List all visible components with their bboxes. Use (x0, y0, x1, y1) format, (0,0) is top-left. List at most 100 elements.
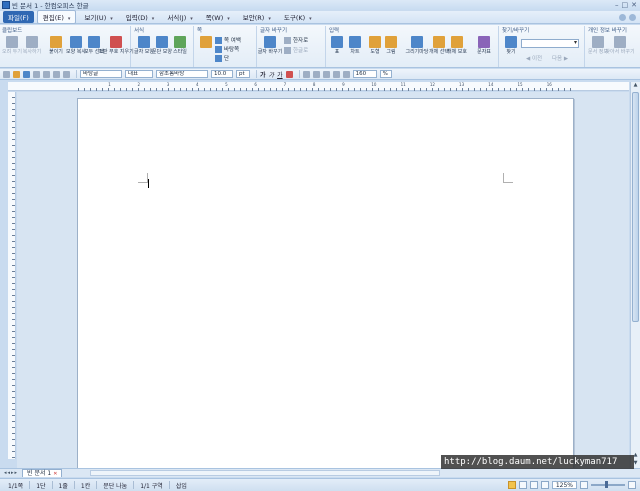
new-doc-icon[interactable] (3, 70, 10, 78)
copy-button[interactable]: 복사하기 (22, 36, 42, 55)
find-input[interactable] (521, 39, 579, 48)
menu-insert[interactable]: 입력(D) ▾ (121, 11, 160, 23)
format-copy-button[interactable]: 모양 복사 (66, 36, 86, 55)
char-change-button[interactable]: 글자 바꾸기 (258, 36, 282, 55)
page-margin-button[interactable]: 쪽 여백 (215, 36, 241, 44)
zoom-slider[interactable] (591, 481, 625, 488)
zoom-search-icon[interactable] (540, 481, 549, 489)
docinfo-group: 개인 정보 바꾸기 문서 정보 찾아서 바꾸기 (586, 26, 640, 67)
chevron-down-icon: ▾ (268, 16, 271, 22)
font-unit-select[interactable]: pt (236, 70, 250, 78)
close-button[interactable]: ✕ (631, 1, 637, 9)
status-insert-mode[interactable]: 삽입 (176, 481, 187, 490)
page-group-title: 쪽 (197, 28, 203, 34)
underline-button[interactable]: 가 (277, 70, 283, 79)
full-view-icon[interactable] (529, 481, 538, 489)
align-center-icon[interactable] (322, 70, 330, 78)
status-divider (73, 481, 75, 489)
close-tab-icon[interactable]: ✕ (53, 471, 57, 477)
help-icon[interactable] (619, 14, 626, 21)
style-button[interactable]: 스타일 (170, 36, 190, 55)
ruler-number: 1 (108, 82, 111, 87)
menu-edit[interactable]: 편집(E) ▾ (36, 10, 77, 24)
chevron-down-icon: ▾ (67, 16, 71, 22)
two-page-view-icon[interactable] (518, 481, 527, 489)
table-button[interactable]: 표 (327, 36, 347, 55)
cut-button[interactable]: 오려 두기 (2, 36, 22, 55)
undo-icon[interactable] (53, 70, 60, 78)
language-select[interactable]: 대표 (125, 70, 153, 78)
find-next-button[interactable]: 다음 ▶ (552, 54, 568, 62)
line-spacing-unit[interactable]: % (379, 70, 392, 78)
find-replace-button[interactable]: 찾아서 바꾸기 (605, 36, 635, 55)
vertical-scrollbar[interactable]: ▲ ▲ ▼ (630, 82, 640, 468)
scroll-up-icon[interactable]: ▲ (631, 82, 640, 90)
vertical-ruler[interactable] (8, 92, 16, 459)
char-change-icon (264, 36, 276, 48)
symbols-button[interactable]: 문자표 (474, 36, 494, 55)
master-page-button[interactable]: 바탕쪽 (215, 45, 239, 53)
bold-button[interactable]: 가 (260, 70, 266, 79)
line-spacing-icon[interactable] (342, 70, 350, 78)
align-justify-icon[interactable] (302, 70, 310, 78)
tab-nav-arrows[interactable]: ◂◂▸▸ (4, 470, 18, 476)
menu-view[interactable]: 보기(U) ▾ (79, 11, 117, 23)
open-folder-icon[interactable] (13, 70, 20, 78)
chart-button[interactable]: 차트 (345, 36, 365, 55)
insert-group: 입력 표 차트 도형 그림 그리기마당 개체 선택 개체 보호 문자표 (327, 26, 499, 67)
document-page[interactable] (77, 98, 574, 468)
font-size-input[interactable]: 10.0 (211, 70, 233, 78)
margin-corner-top-left (138, 173, 148, 183)
scroll-thumb[interactable] (632, 92, 639, 322)
find-button[interactable]: 찾기 (501, 36, 521, 55)
menu-page-label: 쪽(W) (205, 14, 224, 22)
draw-gallery-button[interactable]: 그리기마당 (403, 36, 431, 55)
to-hanja-button[interactable]: 한자로 (284, 36, 308, 44)
char-shape-button[interactable]: 글자 모양 (134, 36, 154, 55)
page-view-icon[interactable] (507, 481, 516, 489)
menu-security[interactable]: 보안(R) ▾ (238, 11, 276, 23)
format-group-title: 서식 (134, 28, 145, 34)
menu-page[interactable]: 쪽(W) ▾ (201, 11, 235, 23)
find-prev-button[interactable]: ◀ 이전 (526, 54, 542, 62)
object-protect-button[interactable]: 개체 보호 (447, 36, 467, 55)
to-hangul-button[interactable]: 한글로 (284, 46, 308, 54)
zoom-level[interactable]: 125% (551, 481, 577, 489)
style-select[interactable]: 바탕글 (80, 70, 122, 78)
align-right-icon[interactable] (332, 70, 340, 78)
line-spacing-input[interactable]: 160 (352, 70, 377, 78)
menu-format[interactable]: 서식(J) ▾ (162, 11, 197, 23)
column-button[interactable]: 단 (215, 54, 229, 62)
para-shape-button[interactable]: 문단 모양 (152, 36, 172, 55)
italic-button[interactable]: 가 (269, 70, 275, 79)
zoom-in-icon[interactable] (628, 481, 636, 489)
redo-icon[interactable] (63, 70, 70, 78)
picture-button[interactable]: 그림 (381, 36, 401, 55)
menu-file[interactable]: 파일(F) (3, 11, 34, 23)
hangul-icon (284, 46, 291, 54)
menu-tools[interactable]: 도구(K) ▾ (279, 11, 317, 23)
print-icon[interactable] (33, 70, 40, 78)
symbols-label: 문자표 (477, 49, 491, 55)
document-tab[interactable]: 빈 문서 1 ✕ (22, 469, 63, 477)
horizontal-scrollbar[interactable] (90, 470, 440, 476)
horizontal-ruler[interactable]: 1 2 3 4 5 6 7 8 9 10 11 12 13 14 15 16 (8, 82, 629, 91)
master-page-label: 바탕쪽 (224, 47, 240, 53)
char-change-group-title: 글자 바꾸기 (260, 28, 288, 34)
ribbon-toggle-icon[interactable] (629, 14, 636, 21)
minimize-button[interactable]: – (615, 1, 619, 9)
font-select[interactable]: 함초롬바탕 (156, 70, 208, 78)
preview-icon[interactable] (43, 70, 50, 78)
save-icon[interactable] (23, 70, 30, 78)
clear-marks-button[interactable]: 조판 부호 지우기 (98, 36, 134, 55)
align-left-icon[interactable] (312, 70, 320, 78)
maximize-button[interactable]: □ (622, 1, 629, 9)
font-color-icon[interactable] (285, 70, 293, 78)
paste-button[interactable]: 붙이기 (46, 36, 66, 55)
page-layout-button[interactable] (196, 36, 216, 48)
brush-icon (70, 36, 82, 48)
find-label: 찾기 (506, 49, 516, 55)
ruler-number: 14 (488, 82, 494, 87)
zoom-out-icon[interactable] (580, 481, 588, 489)
object-select-button[interactable]: 개체 선택 (429, 36, 449, 55)
